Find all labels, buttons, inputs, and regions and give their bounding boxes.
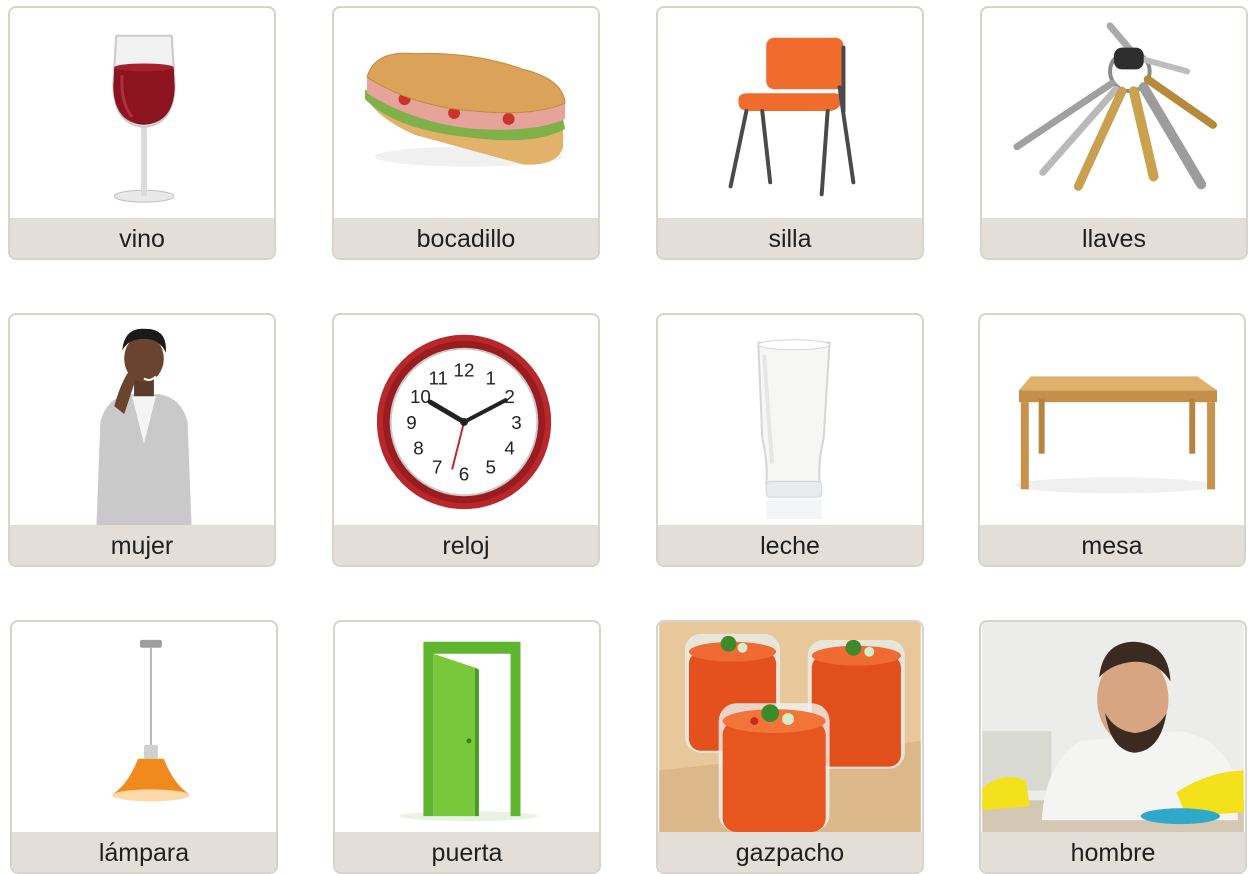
card-llaves[interactable]: llaves (980, 6, 1248, 260)
woman-icon (10, 315, 274, 525)
card-label: silla (658, 218, 922, 258)
card-hombre[interactable]: hombre (979, 620, 1247, 874)
card-silla[interactable]: silla (656, 6, 924, 260)
card-mesa[interactable]: mesa (978, 313, 1246, 567)
card-label: mesa (980, 525, 1244, 565)
card-label: puerta (335, 832, 599, 872)
sandwich-icon (334, 8, 598, 218)
card-label: gazpacho (658, 832, 922, 872)
clock-numeral: 3 (511, 412, 521, 433)
keys-icon (982, 8, 1246, 218)
clock-icon: 12 1 2 3 4 5 6 7 8 9 10 11 (334, 315, 598, 525)
clock-numeral: 11 (428, 367, 448, 388)
clock-numeral: 5 (486, 456, 496, 477)
gazpacho-icon (658, 622, 922, 832)
card-label: vino (10, 218, 274, 258)
card-label: mujer (10, 525, 274, 565)
clock-numeral: 7 (432, 456, 442, 477)
clock-numeral: 1 (486, 367, 496, 388)
clock-numeral: 8 (413, 438, 423, 459)
table-icon (980, 315, 1244, 525)
card-vino[interactable]: vino (8, 6, 276, 260)
card-label: bocadillo (334, 218, 598, 258)
man-icon (981, 622, 1245, 832)
clock-numeral: 2 (504, 386, 514, 407)
wine-glass-icon (10, 8, 274, 218)
lamp-icon (12, 622, 276, 832)
card-lampara[interactable]: lámpara (10, 620, 278, 874)
card-reloj[interactable]: 12 1 2 3 4 5 6 7 8 9 10 11 reloj (332, 313, 600, 567)
milk-glass-icon (658, 315, 922, 525)
card-label: hombre (981, 832, 1245, 872)
card-mujer[interactable]: mujer (8, 313, 276, 567)
chair-icon (658, 8, 922, 218)
card-label: reloj (334, 525, 598, 565)
clock-numeral: 10 (410, 386, 431, 407)
card-bocadillo[interactable]: bocadillo (332, 6, 600, 260)
clock-numeral: 4 (504, 438, 514, 459)
door-icon (335, 622, 599, 832)
card-label: lámpara (12, 832, 276, 872)
card-leche[interactable]: leche (656, 313, 924, 567)
card-gazpacho[interactable]: gazpacho (656, 620, 924, 874)
card-label: leche (658, 525, 922, 565)
clock-numeral: 9 (406, 412, 416, 433)
clock-numeral: 12 (454, 359, 475, 380)
clock-numeral: 6 (459, 463, 469, 484)
card-puerta[interactable]: puerta (333, 620, 601, 874)
card-label: llaves (982, 218, 1246, 258)
